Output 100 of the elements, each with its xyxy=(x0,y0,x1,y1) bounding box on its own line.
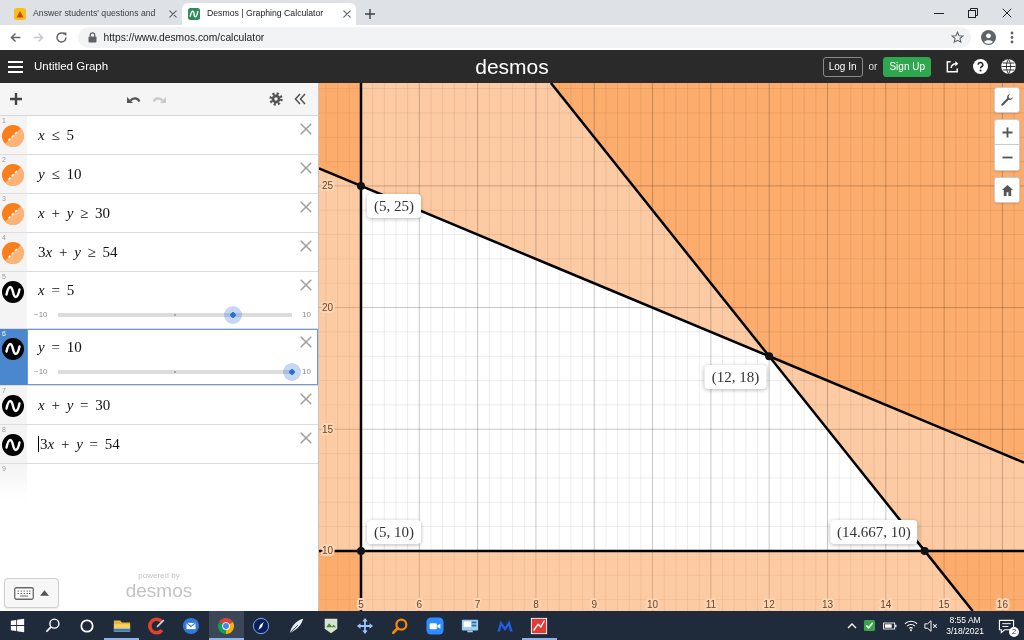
axis-tick-label: 7 xyxy=(474,599,481,610)
url-text: https://www.desmos.com/calculator xyxy=(103,30,265,45)
windows-logo-icon[interactable] xyxy=(9,618,25,633)
math-expression[interactable]: 3x + y = 54 xyxy=(40,432,120,456)
math-expression[interactable]: y = 10 xyxy=(38,335,82,359)
star-icon[interactable] xyxy=(951,31,964,44)
wifi-icon[interactable] xyxy=(904,619,919,632)
math-expression[interactable]: x + y ≥ 30 xyxy=(38,201,111,225)
quill-icon xyxy=(286,616,305,635)
axis-tick-label: 6 xyxy=(416,599,423,610)
search-icon[interactable] xyxy=(44,618,60,633)
browser-tab[interactable]: Desmos | Graphing Calculator xyxy=(182,3,356,25)
math-expression[interactable]: y ≤ 10 xyxy=(38,162,82,186)
plus-icon[interactable] xyxy=(9,92,23,106)
check-square-icon[interactable] xyxy=(863,619,877,632)
graph-settings-button[interactable] xyxy=(994,87,1020,113)
home-icon xyxy=(1000,183,1014,197)
axis-tick-label: 20 xyxy=(322,302,334,314)
compass-icon xyxy=(251,616,270,635)
chart-square-icon xyxy=(530,616,549,635)
wave-icon[interactable] xyxy=(2,434,24,456)
slider-max-label: 10 xyxy=(302,368,311,376)
square-logo-icon xyxy=(14,8,26,20)
axis-tick-label: 25 xyxy=(322,180,334,192)
log-in-button[interactable]: Log In xyxy=(822,56,863,77)
point-label: (14.667, 10) xyxy=(829,519,918,544)
envelope-logo-icon xyxy=(182,616,201,635)
address-bar[interactable]: https://www.desmos.com/calculator xyxy=(77,27,971,48)
axis-tick-label: 10 xyxy=(647,599,659,610)
point-label: (5, 10) xyxy=(367,519,421,544)
axis-tick-label: 8 xyxy=(533,599,539,610)
desmos-wordmark: desmos xyxy=(125,581,193,600)
plus-icon[interactable] xyxy=(364,8,376,20)
plus-icon xyxy=(1001,126,1013,138)
slider-min-label: −10 xyxy=(34,311,48,319)
math-expression[interactable]: x + y = 30 xyxy=(38,393,111,417)
wave-logo-icon xyxy=(188,8,200,20)
point-marker[interactable] xyxy=(920,546,929,555)
video-camera-icon xyxy=(425,616,444,635)
settings-icon[interactable] xyxy=(269,92,283,106)
math-expression[interactable]: x ≤ 5 xyxy=(38,123,74,147)
axis-tick-label: 15 xyxy=(322,423,334,435)
math-expression[interactable]: 3x + y ≥ 54 xyxy=(38,240,118,264)
minus-icon xyxy=(1001,156,1013,159)
slider-max-label: 10 xyxy=(302,311,311,319)
magnifier-icon xyxy=(391,616,410,635)
arrows-icon xyxy=(356,616,375,635)
wave-icon[interactable] xyxy=(2,395,24,417)
point-label: (12, 18) xyxy=(704,365,767,390)
axis-tick-label: 16 xyxy=(996,599,1008,610)
notification-icon[interactable] xyxy=(998,617,1015,634)
point-marker[interactable] xyxy=(357,181,365,190)
point-label: (5, 25) xyxy=(367,193,421,218)
keyboard-button[interactable] xyxy=(4,578,59,608)
graph-title[interactable]: Untitled Graph xyxy=(34,57,109,76)
close-icon[interactable] xyxy=(1002,7,1012,18)
ring-icon[interactable] xyxy=(80,618,94,633)
profile-icon[interactable] xyxy=(981,30,996,45)
axis-tick-label: 9 xyxy=(591,599,597,610)
more-icon[interactable] xyxy=(1010,31,1014,44)
slider-thumb[interactable] xyxy=(224,306,243,324)
taskbar-button[interactable] xyxy=(208,611,244,640)
menu-icon[interactable] xyxy=(8,60,23,73)
axis-tick-label: 11 xyxy=(705,599,717,610)
arc-logo-icon xyxy=(147,616,166,635)
desmos-logo: desmos xyxy=(475,56,549,77)
help-icon[interactable] xyxy=(973,59,988,74)
double-chevron-left-icon[interactable] xyxy=(293,92,307,106)
point-marker[interactable] xyxy=(765,352,774,361)
close-icon[interactable] xyxy=(343,10,351,18)
keyboard-icon xyxy=(14,586,34,600)
axis-tick-label: 14 xyxy=(880,599,892,610)
slider-min-label: −10 xyxy=(34,368,48,376)
wave-icon[interactable] xyxy=(2,281,24,303)
wrench-icon xyxy=(1000,93,1014,107)
caret-up-icon xyxy=(40,590,49,596)
globe-icon[interactable] xyxy=(1001,59,1016,74)
point-marker[interactable] xyxy=(357,546,365,555)
clock-date: 3/18/2021 xyxy=(946,625,984,637)
axis-tick-label: 13 xyxy=(821,599,834,610)
speaker-muted-icon[interactable] xyxy=(924,618,939,633)
math-expression[interactable]: x = 5 xyxy=(38,278,75,302)
restore-icon[interactable] xyxy=(968,7,978,18)
graph-area[interactable]: 5 6 7 8 9 10 11 12 13 14 15 16 10 15 20 25 (5, 25) (12, 18) (5, 10) (14.667, 10) xyxy=(319,83,1024,611)
back-icon[interactable] xyxy=(8,31,22,44)
axis-tick-label: 10 xyxy=(322,545,334,557)
reload-icon[interactable] xyxy=(54,31,68,44)
axis-tick-label: 5 xyxy=(358,599,364,610)
battery-icon[interactable] xyxy=(882,619,899,632)
browser-tab[interactable]: Answer students' questions and xyxy=(8,3,182,25)
wave-icon[interactable] xyxy=(2,338,24,360)
home-button[interactable] xyxy=(994,177,1020,203)
axis-tick-label: 15 xyxy=(938,599,950,610)
segmented-circle-icon xyxy=(217,616,236,635)
or-text: or xyxy=(868,60,878,74)
lock-icon xyxy=(87,32,97,43)
zoom-in-button[interactable] xyxy=(994,119,1020,145)
axis-tick-label: 12 xyxy=(763,599,775,610)
slider-thumb[interactable] xyxy=(283,363,302,381)
share-icon[interactable] xyxy=(945,59,960,74)
